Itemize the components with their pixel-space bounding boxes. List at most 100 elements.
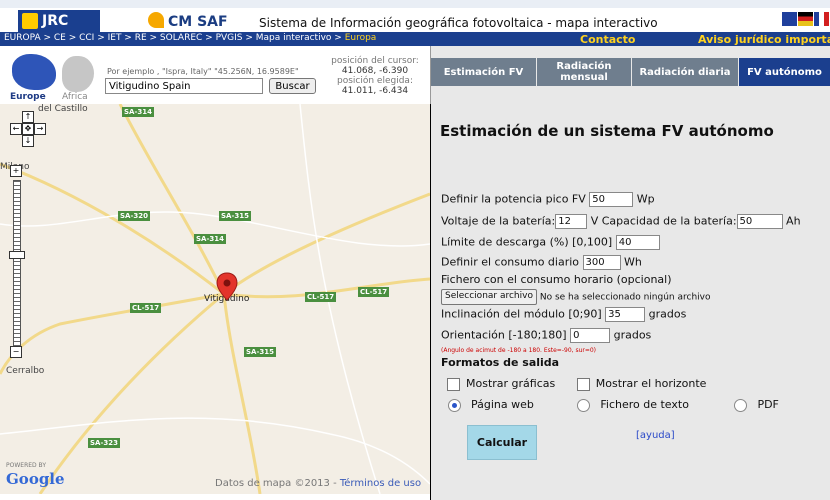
coordinates-readout: posición del cursor: 41.068, -6.390 posi…: [320, 56, 430, 96]
orientation-label: Orientación [-180;180]: [441, 328, 567, 342]
pan-up-icon[interactable]: ↑: [22, 111, 34, 123]
azimuth-note: (Angulo de acimut de -180 a 180. Este=-9…: [441, 347, 597, 354]
chosen-position-label: posición elegida:: [337, 76, 413, 86]
zoom-in-icon[interactable]: +: [10, 165, 22, 177]
contact-link[interactable]: Contacto: [580, 33, 635, 46]
region-africa-label[interactable]: Africa: [62, 92, 88, 102]
panel-title: Estimación de un sistema FV autónomo: [440, 122, 774, 140]
inclination-row: Inclinación del módulo [0;90] 35 grados: [441, 307, 686, 322]
flag-uk-icon[interactable]: [782, 12, 797, 26]
peak-power-unit: Wp: [636, 192, 655, 206]
orientation-input[interactable]: 0: [570, 328, 611, 343]
cmsaf-logo[interactable]: CM SAF: [148, 12, 228, 32]
town-label: del Castillo: [38, 104, 88, 114]
pdf-label[interactable]: PDF: [757, 398, 778, 411]
output-format-row: Página web Fichero de texto PDF: [441, 398, 779, 412]
web-page-label[interactable]: Página web: [471, 398, 534, 411]
pan-left-icon[interactable]: ←: [10, 123, 22, 135]
pan-right-icon[interactable]: →: [34, 123, 46, 135]
orientation-row: Orientación [-180;180] 0 grados: [441, 328, 651, 343]
peak-power-input[interactable]: 50: [589, 192, 634, 207]
map-canvas[interactable]: SA-314 SA-320 SA-315 SA-314 CL-517 CL-51…: [0, 104, 430, 494]
road-label: CL-517: [130, 303, 162, 313]
zoom-out-icon[interactable]: −: [10, 346, 22, 358]
road-label: CL-517: [358, 287, 390, 297]
cmsaf-logo-text: CM SAF: [168, 14, 228, 30]
breadcrumb-path[interactable]: EUROPA > CE > CCI > IET > RE > SOLAREC >…: [4, 33, 345, 43]
show-charts-checkbox[interactable]: [447, 377, 460, 391]
map-attribution: Datos de mapa ©2013 - Términos de uso: [215, 478, 421, 489]
chosen-position-value: 41.011, -6.434: [341, 86, 409, 96]
show-horizon-checkbox[interactable]: [576, 377, 590, 391]
zoom-slider-track[interactable]: [13, 180, 21, 347]
breadcrumb-current[interactable]: Europa: [345, 33, 377, 43]
road-label: CL-517: [305, 292, 337, 302]
sun-icon: [148, 12, 164, 28]
discharge-limit-label: Límite de descarga (%) [0,100]: [441, 235, 613, 249]
text-file-radio[interactable]: [577, 398, 591, 412]
road-label: SA-314: [194, 234, 226, 244]
road-label: SA-323: [88, 438, 120, 448]
show-charts-label[interactable]: Mostrar gráficas: [466, 377, 555, 390]
cursor-position-value: 41.068, -6.390: [341, 66, 409, 76]
attribution-text: Datos de mapa ©2013 -: [215, 478, 340, 489]
battery-capacity-input[interactable]: 50: [736, 214, 783, 229]
file-picker-row: Seleccionar archivo No se ha seleccionad…: [441, 289, 711, 305]
region-europe-label[interactable]: Europe: [10, 92, 46, 102]
help-link[interactable]: [ayuda]: [636, 430, 675, 441]
choose-file-button[interactable]: Seleccionar archivo: [441, 289, 537, 305]
road-label: SA-320: [118, 211, 150, 221]
tab-daily-radiation[interactable]: Radiación diaria: [632, 58, 738, 86]
top-strip: [0, 0, 830, 8]
pan-center-icon[interactable]: ✥: [22, 123, 34, 135]
road-label: SA-315: [219, 211, 251, 221]
eu-emblem-icon: [22, 13, 38, 29]
web-page-radio[interactable]: [448, 398, 461, 412]
hourly-file-label: Fichero con el consumo horario (opcional…: [441, 273, 672, 286]
display-options-row: Mostrar gráficas Mostrar el horizonte: [441, 377, 706, 391]
output-formats-title: Formatos de salida: [441, 356, 560, 369]
google-logo[interactable]: Google: [6, 470, 65, 488]
road: [223, 192, 430, 296]
orientation-unit: grados: [613, 328, 652, 342]
tab-monthly-radiation[interactable]: Radiación mensual: [537, 58, 631, 86]
zoom-slider-handle[interactable]: [9, 251, 25, 259]
battery-voltage-label: Voltaje de la batería:: [441, 214, 556, 228]
town-label: Cerralbo: [6, 366, 45, 376]
daily-consumption-input[interactable]: 300: [582, 255, 621, 270]
site-title: Sistema de Información geográfica fotovo…: [259, 16, 658, 30]
battery-row: Voltaje de la batería: 12 V Capacidad de …: [441, 214, 801, 229]
search-hint: Por ejemplo , "Ispra, Italy" "45.256N, 1…: [107, 67, 299, 76]
battery-voltage-input[interactable]: 12: [555, 214, 588, 229]
flag-fr-icon[interactable]: [814, 12, 829, 26]
calculate-button[interactable]: Calcular: [467, 425, 537, 460]
peak-power-label: Definir la potencia pico FV: [441, 192, 586, 206]
discharge-limit-input[interactable]: 40: [615, 235, 660, 250]
terms-of-use-link[interactable]: Términos de uso: [340, 478, 421, 489]
jrc-logo[interactable]: JRC: [18, 10, 100, 32]
battery-capacity-label: V Capacidad de la batería:: [590, 214, 737, 228]
language-flags: [782, 12, 830, 26]
pdf-radio[interactable]: [734, 398, 748, 412]
road: [0, 292, 225, 375]
search-input[interactable]: [105, 78, 263, 94]
map-type-tabs[interactable]: [0, 494, 430, 500]
flag-de-icon[interactable]: [798, 12, 813, 26]
jrc-logo-text: JRC: [42, 13, 69, 29]
europe-map-icon[interactable]: [12, 54, 56, 90]
peak-power-row: Definir la potencia pico FV 50 Wp: [441, 192, 655, 207]
inclination-input[interactable]: 35: [605, 307, 646, 322]
text-file-label[interactable]: Fichero de texto: [600, 398, 689, 411]
discharge-row: Límite de descarga (%) [0,100] 40: [441, 235, 660, 250]
breadcrumb[interactable]: EUROPA > CE > CCI > IET > RE > SOLAREC >…: [4, 33, 376, 43]
show-horizon-label[interactable]: Mostrar el horizonte: [596, 377, 707, 390]
cursor-position-label: posición del cursor:: [331, 56, 419, 66]
tab-standalone-pv[interactable]: FV autónomo: [739, 58, 830, 86]
inclination-unit: grados: [648, 307, 687, 321]
legal-notice-link[interactable]: Aviso jurídico important: [698, 33, 830, 46]
search-button[interactable]: Buscar: [269, 78, 316, 94]
inclination-label: Inclinación del módulo [0;90]: [441, 307, 602, 321]
location-pin-icon[interactable]: [216, 272, 238, 302]
pan-down-icon[interactable]: ↓: [22, 135, 34, 147]
tab-pv-estimation[interactable]: Estimación FV: [431, 58, 536, 86]
